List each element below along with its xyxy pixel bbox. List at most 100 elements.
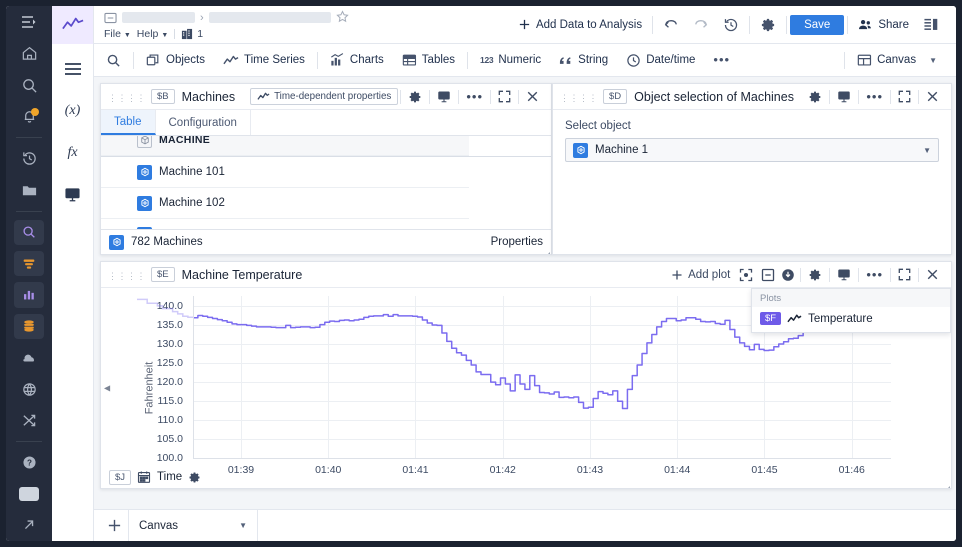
star-icon[interactable] [335, 9, 349, 26]
breadcrumb-path-placeholder[interactable] [122, 12, 195, 23]
tdp-label: Time-dependent properties [274, 91, 392, 102]
add-canvas-button[interactable] [100, 518, 128, 533]
close-icon[interactable] [521, 90, 544, 103]
tool-time-series[interactable]: Time Series [214, 54, 314, 67]
plots-popover-entry[interactable]: $F Temperature [752, 307, 950, 332]
version-indicator[interactable]: 1 [181, 28, 203, 40]
table-column-header[interactable]: MACHINE [101, 136, 469, 156]
variable-icon[interactable]: (x) [56, 94, 90, 128]
function-icon[interactable]: fx [56, 136, 90, 170]
history-icon[interactable] [14, 146, 44, 171]
tool-datetime[interactable]: Date/time [617, 53, 704, 68]
expand-icon[interactable] [493, 90, 516, 103]
home-icon[interactable] [14, 41, 44, 66]
tool-numeric[interactable]: 123 Numeric [471, 54, 550, 66]
plots-popover-header: Plots [752, 289, 950, 307]
collapse-left-icon[interactable] [6, 6, 52, 38]
gear-icon[interactable] [188, 471, 201, 484]
undo-icon[interactable] [656, 17, 686, 32]
save-button[interactable]: Save [790, 14, 845, 35]
chart-icon[interactable] [14, 282, 44, 308]
menu-file[interactable]: File ▼ [104, 28, 131, 40]
add-data-to-analysis-button[interactable]: Add Data to Analysis [511, 18, 649, 31]
collapse-y-axis-icon[interactable]: ◀ [104, 384, 110, 393]
table-row[interactable]: Machine 101 [101, 157, 469, 188]
redo-icon[interactable] [686, 17, 716, 32]
tab-table[interactable]: Table [101, 110, 156, 135]
app-header: › File ▼ Help ▼ 1 Add Data to Analysis S… [94, 6, 956, 44]
folder-icon[interactable] [14, 177, 44, 202]
external-link-icon[interactable] [14, 513, 44, 538]
panel-object-selection-more-button[interactable]: ••• [861, 90, 888, 103]
canvas-tab[interactable]: Canvas ▼ [128, 510, 258, 541]
expand-icon[interactable] [893, 268, 916, 281]
search-button[interactable] [104, 53, 130, 68]
breadcrumb-name-placeholder[interactable] [208, 12, 331, 23]
resize-handle[interactable] [942, 479, 950, 488]
tool-tables[interactable]: Tables [393, 53, 464, 67]
x-axis-variable[interactable]: $J [109, 469, 132, 485]
tool-string[interactable]: String [550, 54, 617, 66]
menu-help[interactable]: Help ▼ [137, 28, 168, 40]
panel-machines-tabs: Table Configuration [101, 110, 551, 136]
presentation-icon[interactable] [432, 90, 456, 104]
canvas-selector[interactable]: Canvas ▼ [848, 53, 946, 67]
select-region-icon[interactable] [734, 268, 758, 282]
help-icon[interactable]: ? [14, 450, 44, 475]
presentation-icon[interactable] [832, 268, 856, 282]
gear-icon[interactable] [803, 268, 827, 282]
cloud-icon[interactable] [14, 345, 44, 370]
properties-link[interactable]: Properties [491, 236, 543, 248]
drag-handle[interactable]: ⋮⋮⋮⋮ [560, 93, 598, 102]
tool-charts[interactable]: Charts [321, 53, 393, 67]
gear-icon[interactable] [803, 90, 827, 104]
globe-icon[interactable] [14, 376, 44, 401]
object-explorer-icon[interactable] [14, 219, 44, 245]
plus-icon [108, 519, 120, 532]
gear-icon[interactable] [403, 90, 427, 104]
panel-chart-variable[interactable]: $E [151, 267, 175, 282]
y-axis-tick-label: 110.0 [157, 413, 184, 426]
panel-machines-variable[interactable]: $B [151, 89, 175, 104]
presentation-icon[interactable] [56, 178, 90, 212]
close-icon[interactable] [921, 90, 944, 103]
x-axis-label: Time [157, 471, 183, 483]
download-icon[interactable] [778, 268, 798, 282]
tool-string-label: String [578, 54, 609, 66]
panel-chart-more-button[interactable]: ••• [861, 268, 888, 281]
zoom-out-icon[interactable] [758, 268, 778, 282]
search-icon[interactable] [14, 72, 44, 97]
select-object-dropdown[interactable]: Machine 1 ▼ [565, 138, 939, 162]
notifications-icon[interactable] [14, 104, 44, 129]
table-row[interactable] [101, 219, 469, 229]
resize-handle[interactable] [542, 245, 550, 254]
tool-objects[interactable]: Objects [137, 53, 214, 67]
menu-icon[interactable] [56, 52, 90, 86]
shuffle-icon[interactable] [14, 408, 44, 433]
presentation-icon[interactable] [832, 90, 856, 104]
history-icon[interactable] [716, 17, 746, 33]
drag-handle[interactable]: ⋮⋮⋮⋮ [108, 271, 146, 280]
timeseries-icon [257, 92, 270, 100]
table-row[interactable]: Machine 102 [101, 188, 469, 219]
tab-configuration[interactable]: Configuration [156, 110, 251, 135]
time-dependent-properties-button[interactable]: Time-dependent properties [250, 88, 399, 105]
search-icon [106, 53, 121, 68]
plot-variable-chip: $F [760, 312, 782, 325]
filter-icon[interactable] [14, 250, 44, 277]
gear-icon[interactable] [753, 17, 783, 33]
panel-machines-more-button[interactable]: ••• [461, 90, 488, 103]
panel-object-selection-variable[interactable]: $D [603, 89, 628, 104]
calendar-icon[interactable] [137, 470, 151, 484]
expand-icon[interactable] [893, 90, 916, 103]
close-icon[interactable] [921, 268, 944, 281]
database-icon[interactable] [14, 313, 44, 340]
layout-panel-icon[interactable] [916, 17, 946, 32]
x-axis-tick-label: 01:40 [315, 464, 342, 476]
strip-divider-4 [844, 51, 846, 69]
chat-icon[interactable] [14, 481, 44, 506]
add-plot-button[interactable]: Add plot [665, 266, 735, 283]
drag-handle[interactable]: ⋮⋮⋮⋮ [108, 93, 146, 102]
tool-overflow-button[interactable]: ••• [704, 53, 739, 66]
share-button[interactable]: Share [851, 18, 916, 31]
